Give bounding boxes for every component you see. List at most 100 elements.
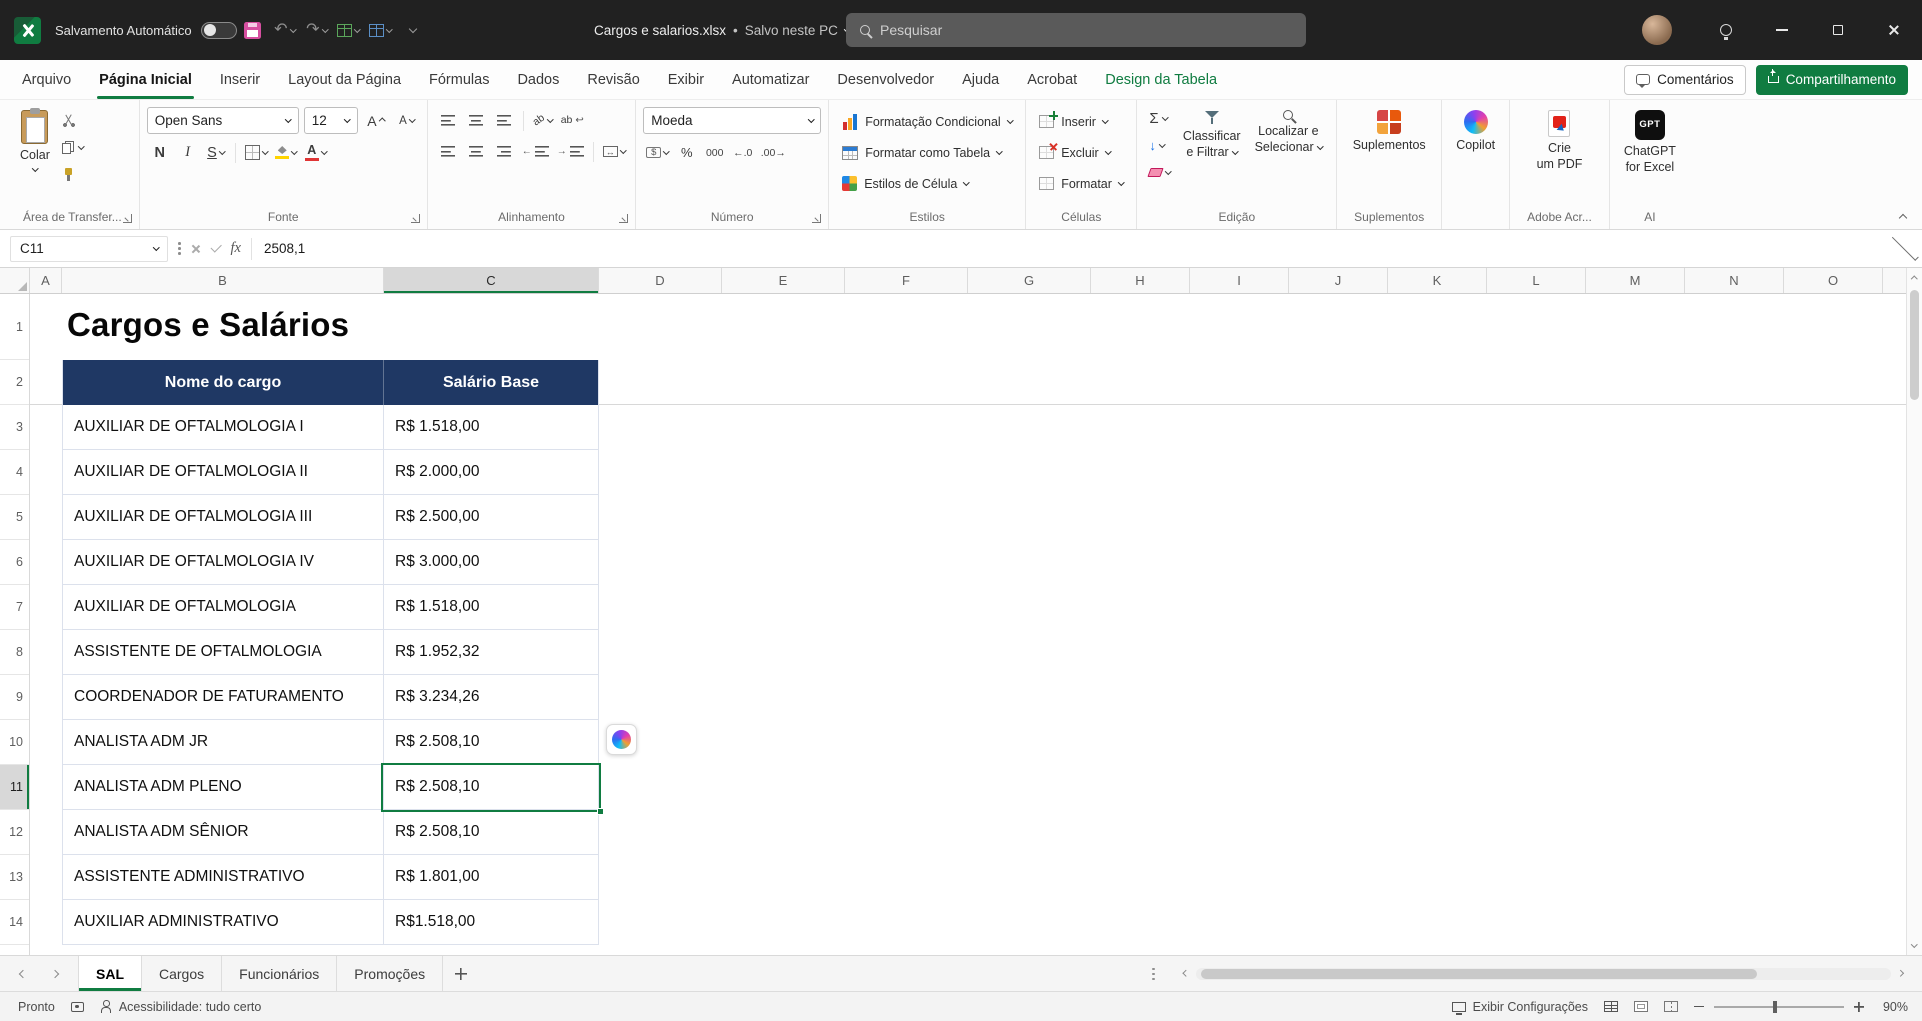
zoom-slider[interactable] [1714, 1006, 1844, 1008]
font-color-button[interactable]: A [302, 140, 330, 165]
horizontal-scrollbar-thumb[interactable] [1201, 969, 1757, 979]
expand-formula-bar-button[interactable] [1892, 234, 1919, 261]
page-break-view-button[interactable] [1664, 1001, 1678, 1012]
align-top-button[interactable] [435, 108, 461, 133]
row-header-8[interactable]: 8 [0, 630, 29, 675]
row-header-14[interactable]: 14 [0, 900, 29, 945]
chatgpt-button[interactable]: GPT ChatGPTfor Excel [1617, 104, 1683, 175]
customize-toolbar-button[interactable] [397, 14, 429, 46]
tips-button[interactable] [1698, 0, 1754, 60]
select-all-button[interactable] [0, 268, 30, 293]
ribbon-tab-automatizar[interactable]: Automatizar [718, 60, 823, 99]
job-name-cell[interactable]: AUXILIAR DE OFTALMOLOGIA I [63, 405, 384, 449]
thousands-separator-button[interactable]: 000 [702, 140, 728, 165]
row-header-12[interactable]: 12 [0, 810, 29, 855]
namebox-resize-handle[interactable] [178, 242, 181, 255]
table-header-cell[interactable]: Salário Base [384, 360, 598, 405]
ribbon-tab-desenvolvedor[interactable]: Desenvolvedor [823, 60, 948, 99]
scroll-down-button[interactable] [1907, 935, 1922, 955]
autosave-control[interactable]: Salvamento Automático [55, 22, 237, 39]
number-format-select[interactable]: Moeda [643, 107, 821, 134]
ribbon-tab-exibir[interactable]: Exibir [654, 60, 718, 99]
increase-font-button[interactable]: A [363, 108, 389, 133]
align-middle-button[interactable] [463, 108, 489, 133]
clear-button[interactable] [1144, 160, 1176, 185]
borders-button[interactable] [242, 140, 271, 165]
confirm-entry-button[interactable] [210, 242, 221, 253]
horizontal-scrollbar-track[interactable] [1196, 968, 1891, 980]
redo-button[interactable]: ↷ [301, 14, 333, 46]
scroll-right-button[interactable] [1897, 970, 1903, 976]
ribbon-tab-formulas[interactable]: Fórmulas [415, 60, 503, 99]
decrease-font-button[interactable]: A [394, 108, 420, 133]
percent-button[interactable]: % [674, 140, 700, 165]
sheet-tab-sal[interactable]: SAL [78, 956, 142, 991]
avatar[interactable] [1642, 15, 1672, 45]
table-header-cell[interactable]: Nome do cargo [63, 360, 384, 405]
row-header-3[interactable]: 3 [0, 405, 29, 450]
close-button[interactable] [1866, 0, 1922, 60]
job-name-cell[interactable]: COORDENADOR DE FATURAMENTO [63, 675, 384, 719]
sheet-canvas[interactable]: Cargos e Salários Nome do cargoSalário B… [30, 294, 1922, 955]
job-name-cell[interactable]: ASSISTENTE DE OFTALMOLOGIA [63, 630, 384, 674]
row-header-11[interactable]: 11 [0, 765, 29, 810]
zoom-slider-thumb[interactable] [1773, 1001, 1777, 1013]
salary-cell[interactable]: R$ 3.234,26 [384, 675, 598, 719]
save-button[interactable] [237, 14, 269, 46]
maximize-button[interactable] [1810, 0, 1866, 60]
scroll-up-button[interactable] [1907, 268, 1922, 288]
column-header-b[interactable]: B [62, 268, 384, 293]
copy-button[interactable] [57, 135, 89, 160]
orientation-button[interactable]: ab [530, 108, 556, 133]
underline-button[interactable]: S [203, 140, 229, 165]
column-header-m[interactable]: M [1586, 268, 1685, 293]
align-left-button[interactable] [435, 139, 461, 164]
search-input[interactable]: Pesquisar [846, 13, 1306, 47]
collapse-ribbon-button[interactable] [1899, 214, 1907, 222]
job-name-cell[interactable]: ASSISTENTE ADMINISTRATIVO [63, 855, 384, 899]
column-header-l[interactable]: L [1487, 268, 1586, 293]
display-settings-button[interactable]: Exibir Configurações [1452, 1000, 1588, 1014]
align-center-button[interactable] [463, 139, 489, 164]
conditional-formatting-button[interactable]: Formatação Condicional [836, 106, 1018, 137]
column-header-f[interactable]: F [845, 268, 968, 293]
salary-cell[interactable]: R$ 1.518,00 [384, 405, 598, 449]
italic-button[interactable]: I [175, 140, 201, 165]
salary-cell[interactable]: R$1.518,00 [384, 900, 598, 944]
dialog-launcher-icon[interactable] [411, 214, 420, 223]
column-header-c[interactable]: C [384, 268, 599, 293]
column-header-g[interactable]: G [968, 268, 1091, 293]
macro-record-icon[interactable] [71, 1002, 84, 1012]
excel-app-icon[interactable] [14, 17, 41, 44]
format-painter-button[interactable] [57, 162, 89, 187]
column-header-k[interactable]: K [1388, 268, 1487, 293]
font-family-select[interactable]: Open Sans [147, 107, 299, 134]
sheet-tab-promocoes[interactable]: Promoções [337, 956, 443, 991]
row-header-2[interactable]: 2 [0, 360, 29, 405]
sheet-tab-funcionarios[interactable]: Funcionários [222, 956, 337, 991]
minimize-button[interactable] [1754, 0, 1810, 60]
row-header-9[interactable]: 9 [0, 675, 29, 720]
sort-filter-button[interactable]: Classificare Filtrar [1176, 104, 1248, 160]
page-layout-view-button[interactable] [1634, 1001, 1648, 1012]
sheet-options-button[interactable] [1152, 956, 1155, 992]
ribbon-tab-dados[interactable]: Dados [503, 60, 573, 99]
column-header-i[interactable]: I [1190, 268, 1289, 293]
dialog-launcher-icon[interactable] [812, 214, 821, 223]
quick-access-borders-button[interactable] [365, 14, 397, 46]
format-cells-button[interactable]: Formatar [1033, 168, 1129, 199]
salary-cell[interactable]: R$ 2.508,10 [384, 720, 598, 764]
zoom-level[interactable]: 90% [1874, 1000, 1908, 1014]
document-title[interactable]: Cargos e salarios.xlsx • Salvo neste PC [594, 0, 849, 60]
addins-button[interactable]: Suplementos [1346, 104, 1433, 154]
dialog-launcher-icon[interactable] [619, 214, 628, 223]
zoom-out-button[interactable] [1694, 1006, 1704, 1008]
comments-button[interactable]: Comentários [1624, 65, 1746, 95]
cut-button[interactable] [57, 108, 89, 133]
column-header-d[interactable]: D [599, 268, 722, 293]
job-name-cell[interactable]: ANALISTA ADM SÊNIOR [63, 810, 384, 854]
cancel-entry-button[interactable] [191, 244, 201, 254]
insert-function-button[interactable]: fx [231, 240, 241, 257]
column-header-j[interactable]: J [1289, 268, 1388, 293]
row-header-4[interactable]: 4 [0, 450, 29, 495]
